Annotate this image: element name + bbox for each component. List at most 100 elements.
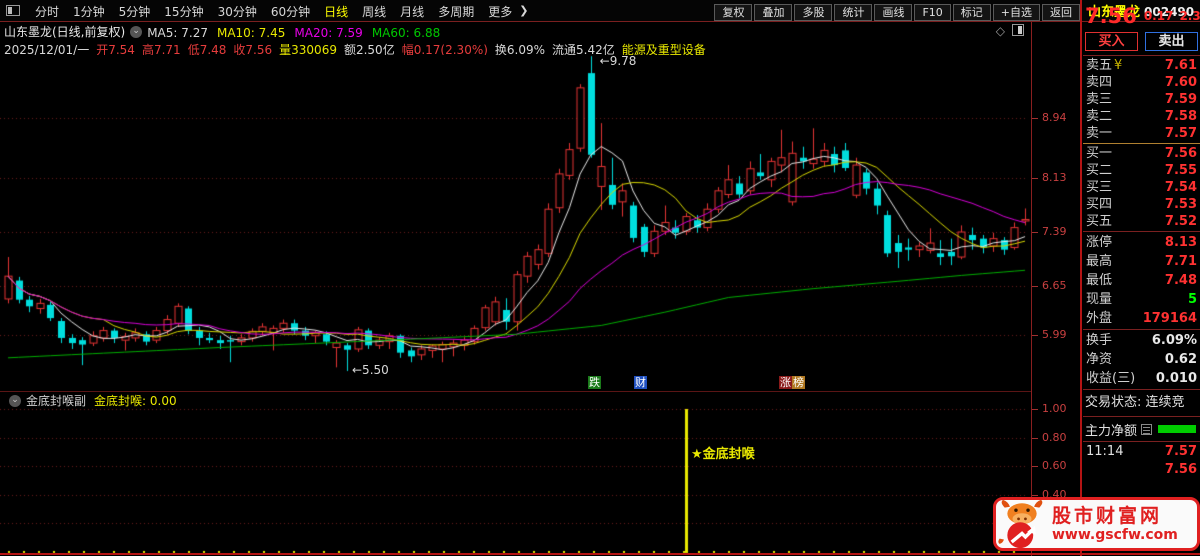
level-label: 买五 xyxy=(1086,214,1113,229)
window-panel-icon[interactable] xyxy=(6,5,20,16)
main-force-bar xyxy=(1158,425,1196,433)
chevron-down-icon[interactable]: ⌄ xyxy=(130,25,143,38)
order-book-row[interactable]: 买五 7.52 xyxy=(1083,213,1200,230)
menu-item-7[interactable]: 日线 xyxy=(317,5,355,19)
main-force-label: 主力净额 xyxy=(1085,423,1138,439)
price-tick-mark xyxy=(1032,286,1038,288)
indicator-chevron-icon[interactable]: ⌄ xyxy=(9,394,21,407)
level-label: 买四 xyxy=(1086,197,1113,212)
detail-label: 最高 xyxy=(1086,254,1113,269)
price-change: 0.17 xyxy=(1143,9,1174,23)
level-price: 7.61 xyxy=(1164,58,1197,73)
yen-marker: ¥ xyxy=(1114,58,1123,73)
event-badge[interactable]: 财 xyxy=(634,376,647,389)
menu-item-6[interactable]: 60分钟 xyxy=(264,5,317,19)
menu-item-5[interactable]: 30分钟 xyxy=(211,5,264,19)
level-price: 7.57 xyxy=(1164,126,1197,141)
quote-stats: 换手 6.09% 净资 0.62 收益(三) 0.010 xyxy=(1083,331,1200,388)
indicator-name[interactable]: 金底封喉副 xyxy=(26,392,86,409)
diamond-icon[interactable]: ◇ xyxy=(996,24,1005,38)
price-block: 7.56 0.17 2.30% xyxy=(1083,0,1200,30)
menu-item-3[interactable]: 5分钟 xyxy=(112,5,158,19)
level-label: 卖五 xyxy=(1086,58,1113,73)
menu-item-2[interactable]: 1分钟 xyxy=(66,5,112,19)
order-book-row[interactable]: 买二 7.55 xyxy=(1083,162,1200,179)
ma-legend-item: MA10: 7.45 xyxy=(216,26,286,39)
order-book-row[interactable]: 卖二 7.58 xyxy=(1083,108,1200,125)
order-book: 卖五 ¥7.61 卖四 7.60 卖三 7.59 卖二 7.58 卖一 7.57 买一 7.56 买二 7… xyxy=(1083,57,1200,230)
toolbar-button-4[interactable]: 统计 xyxy=(834,4,873,21)
indicator-tick-mark xyxy=(1032,494,1038,496)
level-price: 7.60 xyxy=(1164,75,1197,90)
order-book-row[interactable]: 卖三 7.59 xyxy=(1083,91,1200,108)
order-book-row[interactable]: 卖一 7.57 xyxy=(1083,125,1200,142)
detail-value: 0.010 xyxy=(1155,371,1197,386)
quote-detail-row: 现量 5 xyxy=(1083,290,1200,309)
price-tick-mark xyxy=(1032,177,1038,179)
sell-button[interactable]: 卖出 xyxy=(1145,32,1198,51)
event-badge[interactable]: 涨 xyxy=(779,376,792,389)
toolbar-button-8[interactable]: +自选 xyxy=(992,4,1040,21)
trading-terminal-window: 分时 1分钟 5分钟 15分钟 30分钟 60分钟 日线 周线 月线 多周期 更多 ❯ 复权 叠加 多股… xyxy=(0,0,1200,556)
toolbar-button-9[interactable]: 返回 xyxy=(1042,4,1080,21)
detail-value: 6.09% xyxy=(1151,333,1197,348)
level-price: 7.56 xyxy=(1164,146,1197,161)
detail-label: 最低 xyxy=(1086,273,1113,288)
detail-value: 179164 xyxy=(1142,311,1197,326)
level-label: 买二 xyxy=(1086,163,1113,178)
quote-details: 涨停 8.13 最高 7.71 最低 7.48 现量 5 外盘 179164 xyxy=(1083,233,1200,328)
level-label: 卖三 xyxy=(1086,92,1113,107)
menu-item-10[interactable]: 多周期 xyxy=(431,5,481,19)
panel-toggle-icon[interactable] xyxy=(1012,24,1024,36)
toolbar-button-5[interactable]: 画线 xyxy=(874,4,913,21)
toolbar-button-3[interactable]: 多股 xyxy=(794,4,833,21)
order-book-row[interactable]: 买三 7.54 xyxy=(1083,179,1200,196)
detail-value: 7.71 xyxy=(1164,254,1197,269)
level-label: 卖一 xyxy=(1086,126,1113,141)
indicator-tick-mark xyxy=(1032,409,1038,410)
quote-detail-row: 涨停 8.13 xyxy=(1083,233,1200,252)
order-book-row[interactable]: 卖四 7.60 xyxy=(1083,74,1200,91)
quote-detail-row: 收益(三) 0.010 xyxy=(1083,369,1200,388)
menu-item-4[interactable]: 15分钟 xyxy=(157,5,210,19)
menu-item-1[interactable]: 分时 xyxy=(28,5,66,19)
toolbar-button-6[interactable]: F10 xyxy=(914,4,951,21)
detail-label: 现量 xyxy=(1086,292,1113,307)
more-arrow-icon[interactable]: ❯ xyxy=(519,4,528,17)
gscfw-logo: 股市财富网 www.gscfw.com xyxy=(993,497,1200,551)
buy-button[interactable]: 买入 xyxy=(1085,32,1138,51)
level-label: 卖四 xyxy=(1086,75,1113,90)
logo-url: www.gscfw.com xyxy=(1052,526,1178,543)
event-badge[interactable]: 跌 xyxy=(588,376,601,389)
menu-item-8[interactable]: 周线 xyxy=(355,5,393,19)
detail-value: 0.62 xyxy=(1164,352,1197,367)
tick-price-1: 7.57 xyxy=(1164,444,1197,459)
level-price: 7.52 xyxy=(1164,214,1197,229)
toolbar-button-7[interactable]: 标记 xyxy=(952,4,991,21)
logo-text-cn: 股市财富网 xyxy=(1052,504,1163,527)
order-book-row[interactable]: 买一 7.56 xyxy=(1083,145,1200,162)
high-price-annotation: ←9.78 xyxy=(599,54,637,69)
last-price: 7.56 xyxy=(1085,4,1137,28)
low-price-annotation: ←5.50 xyxy=(352,363,389,378)
detail-value: 5 xyxy=(1187,292,1197,307)
toolbar-button-1[interactable]: 复权 xyxy=(714,4,753,21)
list-icon xyxy=(1141,423,1153,435)
top-menu-bar: 分时 1分钟 5分钟 15分钟 30分钟 60分钟 日线 周线 月线 多周期 更多 ❯ 复权 叠加 多股… xyxy=(0,0,1200,22)
main-force-row[interactable]: 主力净额 xyxy=(1083,418,1200,440)
order-book-row[interactable]: 买四 7.53 xyxy=(1083,196,1200,213)
main-chart-canvas[interactable] xyxy=(0,40,1031,392)
quote-detail-row: 最低 7.48 xyxy=(1083,271,1200,290)
level-price: 7.59 xyxy=(1164,92,1197,107)
menu-item-9[interactable]: 月线 xyxy=(393,5,431,19)
level-price: 7.54 xyxy=(1164,180,1197,195)
event-badge[interactable]: 榜 xyxy=(792,376,805,389)
tick-price-2: 7.56 xyxy=(1164,462,1197,477)
menu-item-11[interactable]: 更多 xyxy=(481,5,519,19)
price-tick-label: 5.99 xyxy=(1042,328,1067,341)
tick-row: 7.56 xyxy=(1083,461,1200,479)
indicator-canvas[interactable] xyxy=(0,408,1031,556)
chart-title-row: 山东墨龙(日线,前复权) ⌄ MA5: 7.27 MA10: 7.45 MA20: … xyxy=(4,24,1028,39)
toolbar-button-2[interactable]: 叠加 xyxy=(754,4,793,21)
order-book-row[interactable]: 卖五 ¥7.61 xyxy=(1083,57,1200,74)
